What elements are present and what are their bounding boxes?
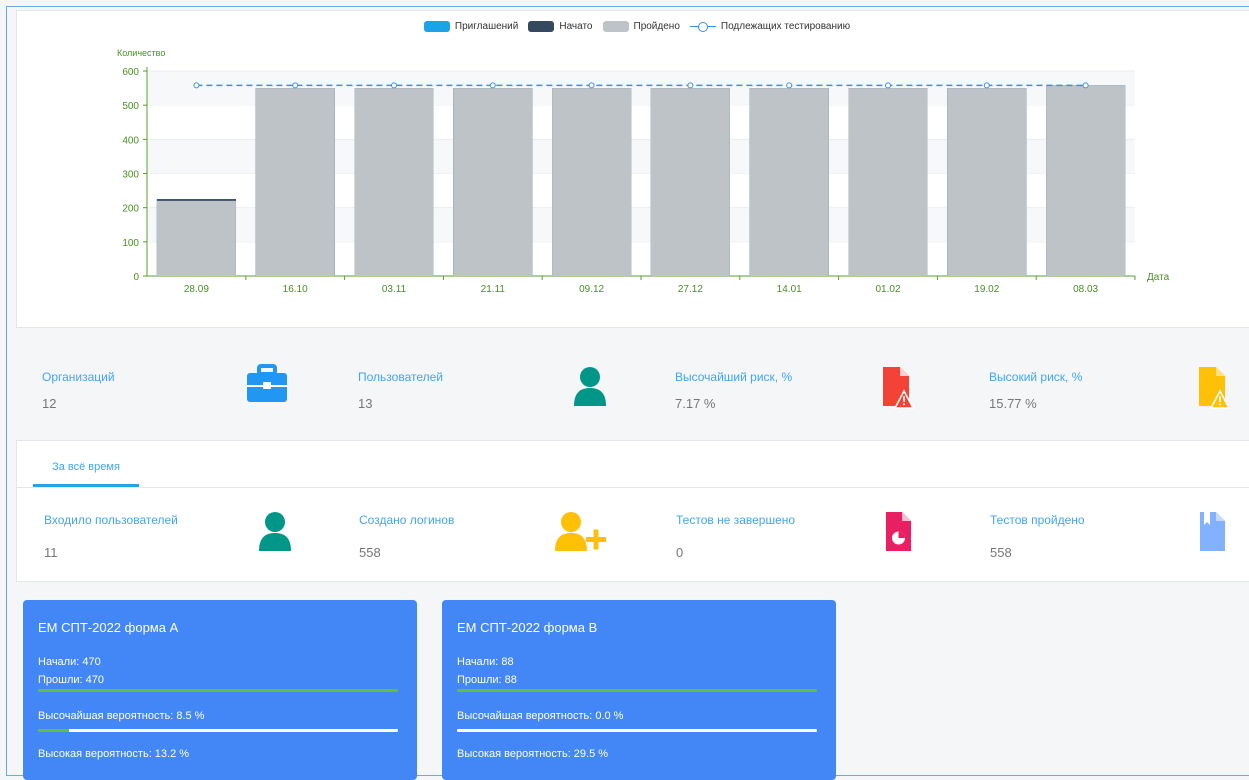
y-tick-label: 400 — [122, 135, 139, 146]
y-tick-label: 0 — [133, 272, 139, 283]
line-point-to-test — [588, 82, 595, 89]
x-tick-label: 01.02 — [875, 284, 900, 295]
form-card-a[interactable]: ЕМ СПТ-2022 форма А Начали: 470 Прошли: … — [23, 600, 417, 780]
form-highest: Высочайшая вероятность: 8.5 % — [38, 710, 205, 722]
user-icon — [259, 512, 291, 551]
highest-progress-bar — [38, 729, 398, 732]
user-icon — [574, 367, 606, 406]
x-tick-label: 28.09 — [184, 284, 209, 295]
stat-value-highest-risk: 7.17 % — [675, 396, 716, 411]
line-point-to-test — [786, 82, 793, 89]
highest-progress-fill — [38, 729, 69, 732]
bar-passed — [1046, 85, 1126, 276]
y-tick-label: 300 — [122, 170, 139, 181]
x-axis-label: Дата — [1147, 272, 1170, 283]
stat-label-organizations: Организаций — [42, 370, 115, 384]
form-passed: Прошли: 88 — [457, 674, 517, 686]
stat-label-logged-users: Входило пользователей — [44, 513, 178, 527]
line-point-to-test — [687, 82, 694, 89]
file-warning-icon — [883, 367, 914, 409]
stat-label-high-risk: Высокий риск, % — [989, 370, 1083, 384]
file-warning-icon — [1199, 367, 1230, 409]
form-card-b[interactable]: ЕМ СПТ-2022 форма В Начали: 88 Прошли: 8… — [442, 600, 836, 780]
line-point-to-test — [1082, 82, 1089, 89]
stats-row: Организаций 12 Пользователей 13 Высочайш… — [16, 350, 1249, 440]
x-tick-label: 19.02 — [974, 284, 999, 295]
bar-passed — [255, 88, 335, 276]
x-tick-label: 21.11 — [481, 284, 506, 295]
bar-passed — [848, 88, 928, 276]
stat-label-highest-risk: Высочайший риск, % — [675, 370, 793, 384]
tab-all-time[interactable]: За всё время — [33, 453, 139, 487]
bar-passed — [156, 200, 236, 276]
stat-label-tests-passed: Тестов пройдено — [990, 513, 1085, 527]
bar-passed — [453, 88, 533, 276]
y-tick-label: 600 — [122, 67, 139, 78]
file-bookmark-icon — [1200, 512, 1225, 551]
form-passed: Прошли: 470 — [38, 674, 104, 686]
form-high: Высокая вероятность: 13.2 % — [38, 748, 190, 760]
form-title: ЕМ СПТ-2022 форма В — [457, 620, 598, 635]
form-started: Начали: 470 — [38, 656, 101, 668]
passed-progress-bar — [38, 689, 398, 692]
line-point-to-test — [489, 82, 496, 89]
x-tick-label: 08.03 — [1073, 284, 1098, 295]
stat-value-logins-created: 558 — [359, 545, 381, 560]
bar-chart: 0 100 200 300 400 500 600 Количество Дата 28.09 16… — [117, 48, 1170, 295]
chart-card: Приглашений Начато Пройдено Подлежащих т… — [16, 10, 1249, 328]
y-tick-label: 100 — [122, 238, 139, 249]
line-point-to-test — [193, 82, 200, 89]
passed-progress-bar — [457, 689, 817, 692]
bar-passed — [552, 88, 632, 276]
bar-passed — [650, 88, 730, 276]
highest-progress-bar — [457, 729, 817, 732]
stat-value-logged-users: 11 — [44, 545, 58, 560]
y-tick-label: 500 — [122, 101, 139, 112]
form-high: Высокая вероятность: 29.5 % — [457, 748, 609, 760]
briefcase-icon — [247, 364, 287, 402]
stat-value-tests-passed: 558 — [990, 545, 1012, 560]
line-point-to-test — [292, 82, 299, 89]
stat-label-users: Пользователей — [358, 370, 443, 384]
stat-value-users: 13 — [358, 396, 373, 411]
stat-value-organizations: 12 — [42, 396, 57, 411]
x-tick-label: 09.12 — [579, 284, 604, 295]
bar-passed — [749, 88, 829, 276]
tab-divider — [17, 487, 1249, 488]
form-started: Начали: 88 — [457, 656, 514, 668]
bar-passed — [947, 88, 1027, 276]
form-highest: Высочайшая вероятность: 0.0 % — [457, 710, 624, 722]
stat-label-tests-unfinished: Тестов не завершено — [676, 513, 796, 527]
file-chart-icon — [886, 512, 911, 551]
stat-value-high-risk: 15.77 % — [989, 396, 1037, 411]
x-tick-label: 03.11 — [382, 284, 407, 295]
y-tick-label: 200 — [122, 204, 139, 215]
x-tick-label: 14.01 — [777, 284, 802, 295]
y-axis-label: Количество — [117, 48, 165, 58]
stat-value-tests-unfinished: 0 — [676, 545, 684, 560]
x-tick-label: 27.12 — [678, 284, 703, 295]
all-time-card: За всё время Входило пользователей 11 Со… — [16, 440, 1249, 582]
bar-passed — [354, 88, 434, 276]
form-title: ЕМ СПТ-2022 форма А — [38, 620, 179, 635]
x-tick-label: 16.10 — [283, 284, 308, 295]
line-point-to-test — [983, 82, 990, 89]
line-point-to-test — [391, 82, 397, 89]
line-point-to-test — [885, 82, 891, 89]
user-plus-icon — [555, 512, 606, 551]
stat-label-logins-created: Создано логинов — [359, 513, 455, 527]
